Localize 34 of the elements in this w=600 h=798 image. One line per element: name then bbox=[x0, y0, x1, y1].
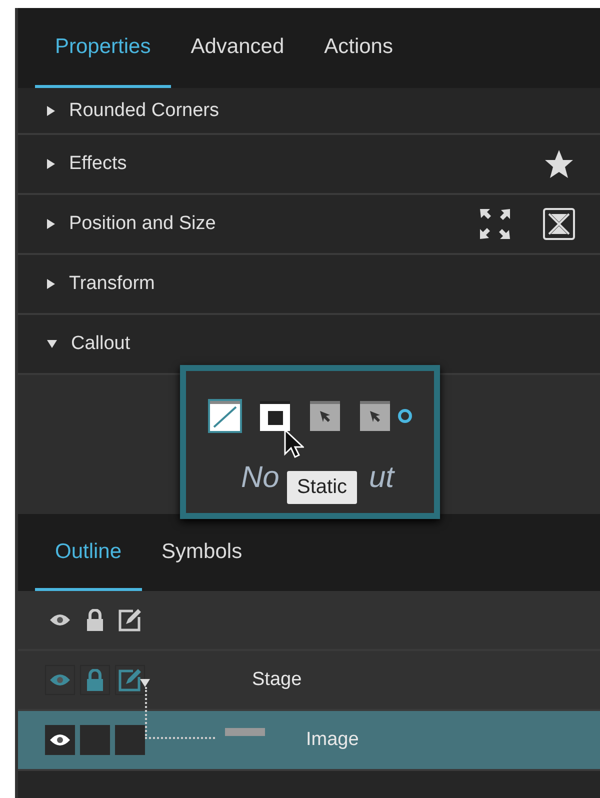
toggle-box[interactable] bbox=[80, 725, 110, 755]
section-title[interactable]: Effects bbox=[69, 153, 543, 175]
disclosure-triangle-icon[interactable] bbox=[47, 159, 55, 169]
callout-type-button[interactable] bbox=[308, 399, 342, 433]
star-icon[interactable] bbox=[543, 148, 575, 180]
layer-name[interactable]: Stage bbox=[252, 669, 302, 691]
layer-thumbnail bbox=[225, 728, 265, 736]
connector-line bbox=[145, 687, 215, 739]
layer-name[interactable]: Image bbox=[306, 729, 359, 751]
disclosure-triangle-icon[interactable] bbox=[47, 279, 55, 289]
tab[interactable]: Advanced bbox=[170, 8, 304, 88]
cursor-icon bbox=[284, 429, 304, 459]
close-box-icon[interactable] bbox=[543, 208, 575, 240]
section-title[interactable]: Callout bbox=[71, 333, 575, 355]
callout-label: No bbox=[241, 461, 280, 495]
disclosure-triangle-icon[interactable] bbox=[47, 340, 57, 348]
section-title[interactable]: Transform bbox=[69, 273, 575, 295]
edit-icon[interactable] bbox=[115, 665, 145, 695]
section-title[interactable]: Position and Size bbox=[69, 213, 479, 235]
radio-dot-icon[interactable] bbox=[398, 409, 412, 423]
tab[interactable]: Actions bbox=[304, 8, 413, 88]
callout-label: ut bbox=[369, 461, 394, 495]
tooltip: Static bbox=[287, 471, 358, 504]
disclosure-triangle-icon[interactable] bbox=[140, 679, 150, 687]
eye-icon[interactable] bbox=[45, 725, 75, 755]
section-title[interactable]: Rounded Corners bbox=[69, 100, 575, 122]
lock-icon[interactable] bbox=[80, 665, 110, 695]
callout-type-button[interactable] bbox=[258, 399, 292, 433]
disclosure-triangle-icon[interactable] bbox=[47, 219, 55, 229]
expand-icon[interactable] bbox=[479, 208, 511, 240]
tab[interactable]: Symbols bbox=[142, 516, 262, 591]
callout-type-button[interactable] bbox=[358, 399, 392, 433]
toggle-box[interactable] bbox=[115, 725, 145, 755]
disclosure-triangle-icon[interactable] bbox=[47, 106, 55, 116]
